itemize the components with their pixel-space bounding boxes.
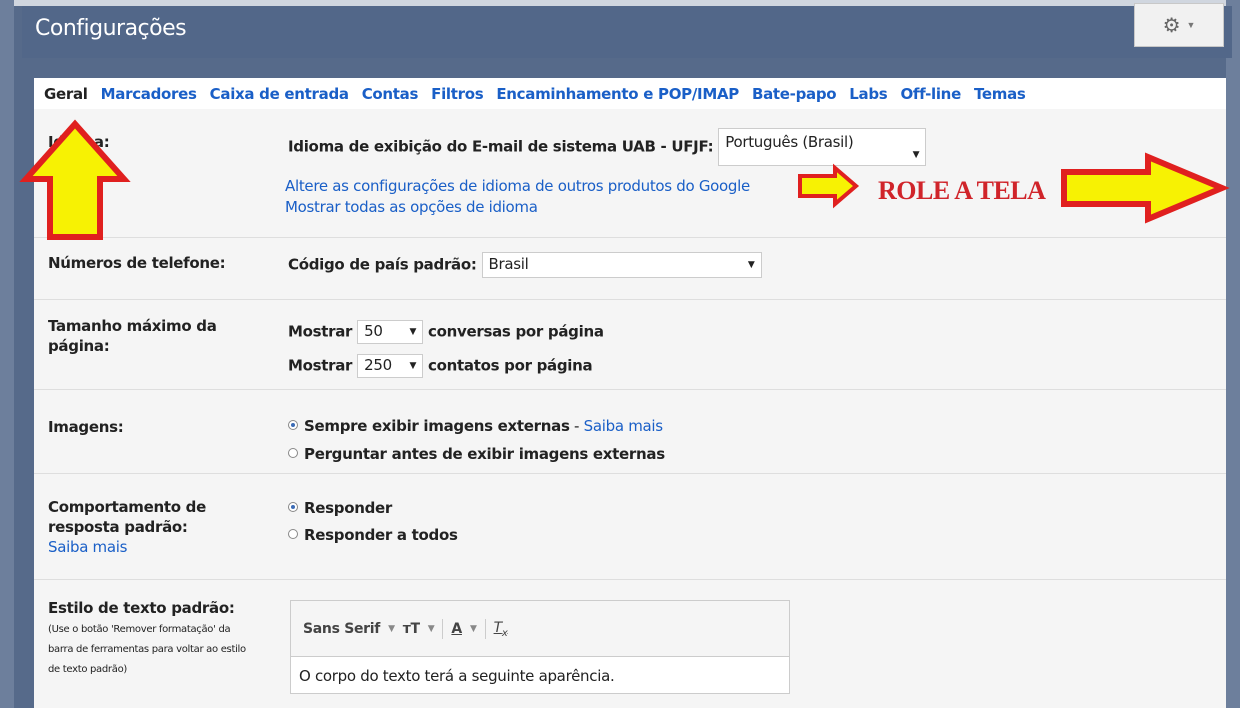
- settings-panel: Geral Marcadores Caixa de entrada Contas…: [34, 78, 1226, 708]
- page-title: Configurações: [35, 16, 187, 41]
- header-bar: [22, 6, 1232, 58]
- country-select-value: Brasil: [488, 255, 529, 273]
- left-frame: [0, 0, 14, 708]
- phone-label: Números de telefone:: [48, 254, 226, 272]
- reply-behavior-label: Comportamento de resposta padrão: Saiba …: [48, 497, 238, 557]
- chevron-down-icon: ▼: [912, 150, 920, 160]
- phone-row: Números de telefone: Código de país padr…: [34, 237, 1226, 300]
- language-select-value: Português (Brasil): [725, 133, 854, 151]
- country-code-setting: Código de país padrão: Brasil ▼: [288, 252, 762, 278]
- font-family-select[interactable]: Sans Serif: [303, 621, 380, 637]
- text-style-label: Estilo de texto padrão: (Use o botão 'Re…: [48, 598, 248, 680]
- chevron-down-icon: ▼: [409, 361, 417, 371]
- images-row: Imagens: Sempre exibir imagens externas …: [34, 389, 1226, 474]
- remove-formatting-icon[interactable]: Tx: [494, 620, 508, 639]
- chevron-down-icon: ▼: [747, 260, 755, 270]
- toolbar-divider: [442, 619, 444, 639]
- chevron-down-icon: ▼: [388, 624, 395, 634]
- show-all-language-options-link[interactable]: Mostrar todas as opções de idioma: [285, 198, 538, 216]
- gear-icon: ⚙: [1162, 14, 1181, 37]
- settings-tabs: Geral Marcadores Caixa de entrada Contas…: [34, 78, 1226, 109]
- contacts-select-value: 250: [364, 356, 392, 374]
- images-option-always-label: Sempre exibir imagens externas: [304, 417, 570, 435]
- text-style-editor: Sans Serif ▼ тT ▼ A ▼ Tx O corpo do text…: [290, 600, 790, 694]
- images-option-ask-label: Perguntar antes de exibir imagens extern…: [304, 445, 665, 463]
- page-size-label: Tamanho máximo da página:: [48, 317, 217, 355]
- tab-geral[interactable]: Geral: [44, 85, 88, 103]
- reply-behavior-row: Comportamento de resposta padrão: Saiba …: [34, 473, 1226, 580]
- scroll-annotation-text: ROLE A TELA: [878, 176, 1046, 205]
- reply-learn-more-link[interactable]: Saiba mais: [48, 537, 238, 557]
- language-setting: Idioma de exibição do E-mail de sistema …: [288, 128, 927, 166]
- radio-selected[interactable]: [288, 501, 298, 512]
- right-frame: [1226, 0, 1240, 708]
- text-style-label-text: Estilo de texto padrão:: [48, 599, 235, 617]
- tab-encaminhamento[interactable]: Encaminhamento e POP/IMAP: [496, 85, 739, 103]
- text-style-preview[interactable]: O corpo do texto terá a seguinte aparênc…: [290, 656, 790, 694]
- radio-unselected[interactable]: [288, 528, 298, 539]
- conversations-per-page: Mostrar 50 ▼ conversas por página: [288, 320, 604, 344]
- text-style-hint: (Use o botão 'Remover formatação' da bar…: [48, 624, 246, 675]
- formatting-toolbar: Sans Serif ▼ тT ▼ A ▼ Tx: [303, 619, 508, 639]
- tab-bate-papo[interactable]: Bate-papo: [752, 85, 837, 103]
- radio-selected[interactable]: [288, 419, 298, 430]
- images-option-always[interactable]: Sempre exibir imagens externas - Saiba m…: [288, 417, 663, 435]
- tab-off-line[interactable]: Off-line: [900, 85, 961, 103]
- display-language-label: Idioma de exibição do E-mail de sistema …: [288, 137, 714, 156]
- tab-caixa-de-entrada[interactable]: Caixa de entrada: [210, 85, 349, 103]
- separator: -: [569, 417, 584, 435]
- font-size-icon[interactable]: тT: [403, 621, 420, 637]
- tab-labs[interactable]: Labs: [849, 85, 887, 103]
- settings-gear-button[interactable]: ⚙ ▼: [1134, 3, 1224, 47]
- text-color-icon[interactable]: A: [451, 621, 462, 637]
- reply-option-reply[interactable]: Responder: [288, 499, 392, 517]
- tab-temas[interactable]: Temas: [974, 85, 1026, 103]
- learn-more-link[interactable]: Saiba mais: [584, 417, 663, 435]
- language-select[interactable]: Português (Brasil) ▼: [718, 128, 927, 166]
- chevron-down-icon: ▼: [469, 624, 477, 634]
- tab-contas[interactable]: Contas: [362, 85, 419, 103]
- images-option-ask[interactable]: Perguntar antes de exibir imagens extern…: [288, 445, 665, 463]
- chevron-down-icon: ▼: [409, 327, 417, 337]
- change-language-google-link[interactable]: Altere as configurações de idioma de out…: [285, 177, 750, 195]
- contacts-select[interactable]: 250 ▼: [357, 354, 424, 378]
- conversations-select-value: 50: [364, 322, 383, 340]
- reply-behavior-label-text: Comportamento de resposta padrão:: [48, 498, 206, 536]
- conversations-select[interactable]: 50 ▼: [357, 320, 424, 344]
- show-label: Mostrar: [288, 322, 353, 341]
- country-select[interactable]: Brasil ▼: [481, 252, 762, 278]
- chevron-down-icon: ▼: [427, 624, 435, 634]
- language-label: Idioma:: [48, 133, 110, 151]
- radio-unselected[interactable]: [288, 447, 298, 458]
- country-code-label: Código de país padrão:: [288, 255, 477, 274]
- tab-marcadores[interactable]: Marcadores: [101, 85, 197, 103]
- chevron-down-icon: ▼: [1186, 20, 1196, 30]
- contacts-per-page: Mostrar 250 ▼ contatos por página: [288, 354, 593, 378]
- contacts-suffix: contatos por página: [428, 356, 593, 375]
- reply-option-reply-label: Responder: [304, 499, 392, 517]
- toolbar-divider: [484, 619, 486, 639]
- conversations-suffix: conversas por página: [428, 322, 604, 341]
- images-label: Imagens:: [48, 418, 124, 436]
- reply-option-reply-all[interactable]: Responder a todos: [288, 526, 458, 544]
- tab-filtros[interactable]: Filtros: [431, 85, 484, 103]
- page-size-row: Tamanho máximo da página: Mostrar 50 ▼ c…: [34, 299, 1226, 390]
- reply-option-reply-all-label: Responder a todos: [304, 526, 458, 544]
- show-label: Mostrar: [288, 356, 353, 375]
- language-row: Idioma: Idioma de exibição do E-mail de …: [34, 109, 1226, 238]
